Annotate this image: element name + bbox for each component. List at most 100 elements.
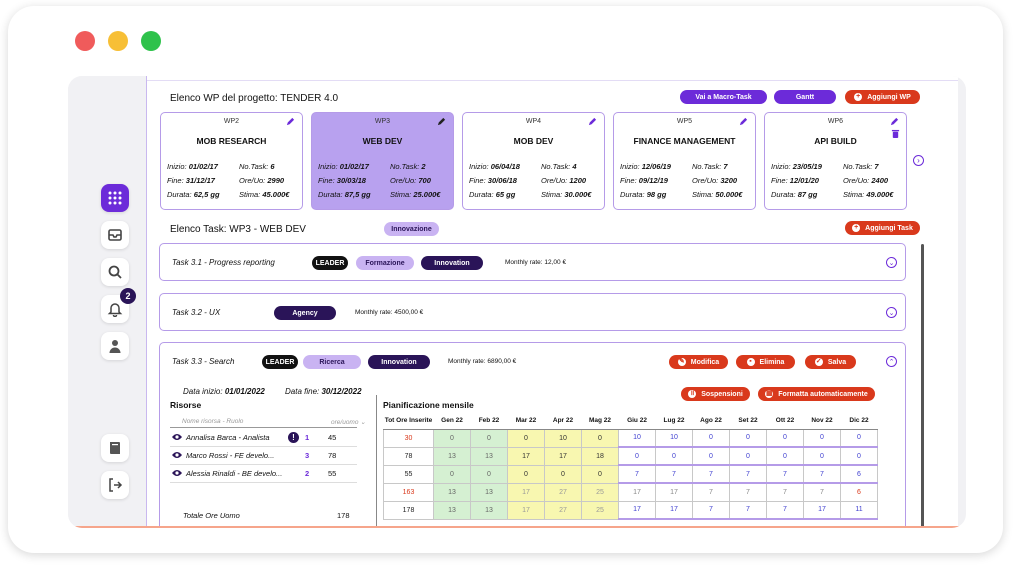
month-cell[interactable]: 10 (655, 428, 693, 448)
wp-card-wp6[interactable]: WP6 API BUILD Inizio: 23/05/19 Fine: 12/01/… (764, 112, 907, 210)
month-cell[interactable]: 0 (433, 464, 471, 484)
month-cell[interactable]: 0 (507, 428, 545, 448)
sidebar-item-profile[interactable] (101, 332, 129, 360)
month-cell[interactable]: 0 (581, 464, 619, 484)
collapse-task-button[interactable]: ⌃ (886, 356, 897, 367)
window-minimize-button[interactable] (108, 31, 128, 51)
wp-task-count: No.Task: 7 (843, 162, 879, 171)
month-cell[interactable]: 0 (581, 428, 619, 448)
eye-icon[interactable] (172, 433, 182, 441)
sidebar-item-dashboard[interactable] (101, 184, 129, 212)
alert-icon[interactable]: ! (288, 432, 299, 443)
month-cell[interactable]: 0 (766, 428, 804, 448)
grid-row: 178 13 13 17 27 25 17 17 7 7 7 17 11 (383, 500, 878, 520)
modifica-button[interactable]: ✎ Modifica (669, 355, 728, 369)
add-task-button[interactable]: + Aggiungi Task (845, 221, 920, 235)
add-wp-button[interactable]: + Aggiungi WP (845, 90, 920, 104)
month-header: Set 22 (729, 413, 767, 430)
col-hours-header[interactable]: ore/uomo ⌄ (331, 418, 366, 426)
eye-icon[interactable] (172, 469, 182, 477)
elimina-button[interactable]: ▪ Elimina (736, 355, 795, 369)
month-cell[interactable]: 17 (507, 446, 545, 466)
wp-duration: Durata: 87 gg (771, 190, 818, 199)
month-cell[interactable]: 0 (729, 446, 767, 466)
month-cell[interactable]: 0 (840, 428, 878, 448)
month-cell[interactable]: 0 (618, 446, 656, 466)
month-header: Dic 22 (840, 413, 878, 430)
month-cell: 7 (766, 482, 804, 502)
month-cell[interactable]: 0 (803, 428, 841, 448)
pencil-icon[interactable] (437, 117, 446, 126)
pencil-icon[interactable] (890, 117, 899, 126)
task-row-3-2[interactable]: Task 3.2 - UX Agency Monthly rate: 4500,… (159, 293, 906, 331)
wp-card-wp4[interactable]: WP4 MOB DEV Inizio: 06/04/18 Fine: 30/06/18… (462, 112, 605, 210)
planning-title: Pianificazione mensile (383, 400, 474, 410)
grid-row: 55 0 0 0 0 0 7 7 7 7 7 7 6 (383, 464, 878, 484)
month-cell[interactable]: 10 (544, 428, 582, 448)
month-cell[interactable]: 0 (840, 446, 878, 466)
salva-button[interactable]: ✓ Salva (805, 355, 856, 369)
next-wp-button[interactable]: › (913, 155, 924, 166)
scrollbar[interactable] (921, 244, 924, 528)
month-cell[interactable]: 7 (766, 464, 804, 484)
month-cell[interactable]: 13 (433, 446, 471, 466)
month-header: Ott 22 (766, 413, 804, 430)
month-cell[interactable]: 0 (433, 428, 471, 448)
wp-card-wp3[interactable]: WP3 WEB DEV Inizio: 01/02/17 Fine: 30/03/18… (311, 112, 454, 210)
month-cell[interactable]: 0 (692, 428, 730, 448)
pencil-icon[interactable] (286, 117, 295, 126)
month-cell[interactable]: 0 (470, 428, 508, 448)
task-row-3-1[interactable]: Task 3.1 - Progress reporting LEADER For… (159, 243, 906, 281)
wp-name: API BUILD (814, 136, 857, 146)
expand-task-button[interactable]: ⌄ (886, 307, 897, 318)
month-cell[interactable]: 0 (692, 446, 730, 466)
wp-code: WP3 (374, 118, 391, 125)
month-cell[interactable]: 0 (766, 446, 804, 466)
sidebar-item-inbox[interactable] (101, 221, 129, 249)
month-cell[interactable]: 7 (692, 464, 730, 484)
wp-hours: Ore/Uo: 3200 (692, 176, 738, 185)
month-cell: 25 (581, 482, 619, 502)
month-cell[interactable]: 0 (470, 464, 508, 484)
formatta-label: Formatta automaticamente (778, 390, 868, 398)
month-cell[interactable]: 6 (840, 464, 878, 484)
eye-icon[interactable] (172, 451, 182, 459)
month-cell[interactable]: 7 (729, 464, 767, 484)
month-header: Lug 22 (655, 413, 693, 430)
sidebar-item-logout[interactable] (101, 471, 129, 499)
month-cell[interactable]: 10 (618, 428, 656, 448)
pencil-icon[interactable] (588, 117, 597, 126)
month-cell: 7 (692, 500, 730, 520)
month-header: Apr 22 (544, 413, 582, 430)
main-content: Elenco WP del progetto: TENDER 4.0 Vai a… (146, 76, 958, 528)
month-cell[interactable]: 18 (581, 446, 619, 466)
macro-task-button[interactable]: Vai a Macro-Task (680, 90, 767, 104)
month-cell[interactable]: 7 (618, 464, 656, 484)
month-cell[interactable]: 0 (544, 464, 582, 484)
month-cell[interactable]: 0 (507, 464, 545, 484)
wp-card-wp2[interactable]: WP2 MOB RESEARCH Inizio: 01/02/17 Fine: 31/… (160, 112, 303, 210)
wp-task-count: No.Task: 4 (541, 162, 577, 171)
month-cell: 17 (803, 500, 841, 520)
month-cell[interactable]: 17 (544, 446, 582, 466)
wp-card-wp5[interactable]: WP5 FINANCE MANAGEMENT Inizio: 12/06/19 Fin… (613, 112, 756, 210)
wp-start: Inizio: 01/02/17 (318, 162, 369, 171)
sidebar-item-search[interactable] (101, 258, 129, 286)
sospensioni-button[interactable]: ॥ Sospensioni (681, 387, 750, 401)
wp-start: Inizio: 23/05/19 (771, 162, 822, 171)
month-cell[interactable]: 0 (803, 446, 841, 466)
formatta-button[interactable]: ▦ Formatta automaticamente (758, 387, 875, 401)
chevron-down-icon: ⌄ (888, 309, 895, 317)
sidebar-item-docs[interactable] (101, 434, 129, 462)
month-cell[interactable]: 7 (803, 464, 841, 484)
gantt-button[interactable]: Gantt (774, 90, 836, 104)
window-maximize-button[interactable] (141, 31, 161, 51)
month-cell[interactable]: 7 (655, 464, 693, 484)
month-cell[interactable]: 13 (470, 446, 508, 466)
window-close-button[interactable] (75, 31, 95, 51)
month-cell[interactable]: 0 (729, 428, 767, 448)
month-cell[interactable]: 0 (655, 446, 693, 466)
pencil-icon[interactable] (739, 117, 748, 126)
expand-task-button[interactable]: ⌄ (886, 257, 897, 268)
totals-label: Totale Ore Uomo (183, 511, 240, 520)
